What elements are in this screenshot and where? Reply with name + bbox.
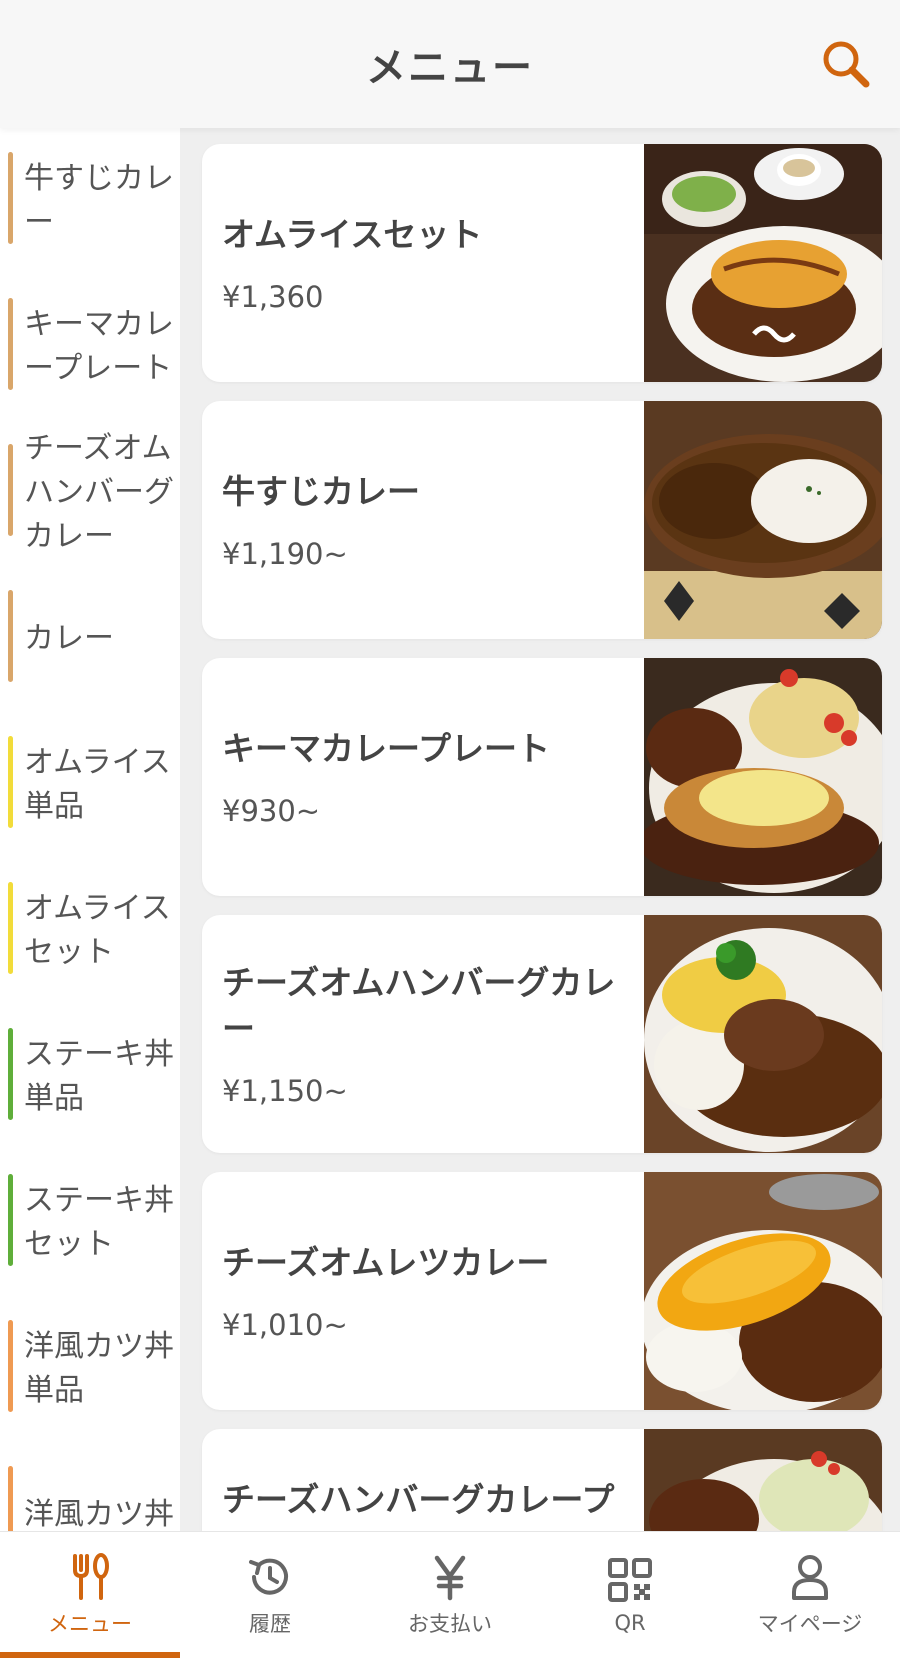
menu-card[interactable]: オムライスセット ¥1,360 (202, 144, 882, 382)
sidebar-item-steak-don-single[interactable]: ステーキ丼単品 (0, 1004, 180, 1150)
menu-item-price: ¥930~ (222, 794, 321, 828)
tab-label: お支払い (408, 1612, 492, 1636)
sidebar-item-cheese-omu-hamburg-curry[interactable]: チーズオムハンバーグカレー (0, 420, 180, 566)
sidebar-item-omurice-set[interactable]: オムライスセット (0, 858, 180, 1004)
bottom-tab-bar: メニュー 履歴 お支払い QR マイページ (0, 1531, 900, 1658)
menu-item-name: 牛すじカレー (222, 472, 420, 511)
category-color-bar (8, 1466, 13, 1531)
menu-item-price: ¥1,150~ (222, 1074, 348, 1108)
tab-label: QR (614, 1611, 646, 1635)
sidebar-item-katsu-don-single[interactable]: 洋風カツ丼単品 (0, 1296, 180, 1442)
sidebar-item-gyusuji-curry[interactable]: 牛すじカレー (0, 128, 180, 274)
qr-code-icon (608, 1558, 652, 1602)
sidebar-item-label: 牛すじカレー (24, 161, 174, 240)
search-icon[interactable] (818, 36, 874, 92)
category-color-bar (8, 444, 13, 536)
category-color-bar (8, 1174, 13, 1266)
menu-card[interactable]: 牛すじカレー ¥1,190~ (202, 401, 882, 639)
menu-card[interactable]: チーズオムハンバーグカレー ¥1,150~ (202, 915, 882, 1153)
category-color-bar (8, 590, 13, 682)
sidebar-item-label: オムライス単品 (24, 745, 171, 824)
menu-item-name: チーズオムレツカレー (222, 1243, 550, 1282)
category-color-bar (8, 736, 13, 828)
tab-mypage[interactable]: マイページ (720, 1532, 900, 1658)
menu-item-name: チーズハンバーグカレープ (222, 1480, 615, 1519)
fork-knife-icon (73, 1553, 109, 1600)
food-photo (644, 1172, 882, 1410)
tab-label: メニュー (48, 1612, 132, 1636)
menu-card-info: オムライスセット ¥1,360 (202, 144, 644, 382)
category-color-bar (8, 298, 13, 390)
category-color-bar (8, 1320, 13, 1412)
sidebar-item-label: カレー (24, 621, 114, 656)
sidebar-item-steak-don-set[interactable]: ステーキ丼セット (0, 1150, 180, 1296)
menu-item-name: チーズオムハンバーグカレー (222, 963, 616, 1048)
menu-card[interactable]: チーズオムレツカレー ¥1,010~ (202, 1172, 882, 1410)
sidebar-item-omurice-single[interactable]: オムライス単品 (0, 712, 180, 858)
menu-item-name: キーマカレープレート (222, 729, 551, 768)
category-color-bar (8, 152, 13, 244)
sidebar-item-label: 洋風カツ丼単品 (24, 1329, 174, 1408)
food-photo (644, 144, 882, 382)
tab-label: 履歴 (249, 1612, 291, 1636)
category-color-bar (8, 882, 13, 974)
sidebar-item-label: ステーキ丼単品 (24, 1037, 174, 1116)
menu-card-info: キーマカレープレート ¥930~ (202, 658, 644, 896)
sidebar-item-label: チーズオムハンバーグカレー (24, 431, 174, 554)
yen-icon (434, 1555, 466, 1601)
tab-qr[interactable]: QR (540, 1532, 720, 1658)
person-icon (792, 1555, 828, 1600)
menu-item-name: オムライスセット (222, 215, 483, 254)
sidebar-item-label: ステーキ丼セット (24, 1183, 174, 1262)
tab-menu[interactable]: メニュー (0, 1532, 180, 1658)
sidebar-item-label: 洋風カツ丼 (24, 1497, 174, 1531)
food-photo (644, 1429, 882, 1531)
app-header: メニュー (0, 0, 900, 128)
sidebar-item-katsu-don[interactable]: 洋風カツ丼 (0, 1442, 180, 1531)
menu-card-info: チーズハンバーグカレープ (202, 1429, 644, 1531)
history-icon (249, 1558, 288, 1595)
menu-item-price: ¥1,010~ (222, 1308, 348, 1342)
menu-card-info: 牛すじカレー ¥1,190~ (202, 401, 644, 639)
menu-item-price: ¥1,190~ (222, 537, 348, 571)
tab-label: マイページ (757, 1612, 863, 1636)
category-color-bar (8, 1028, 13, 1120)
tab-history[interactable]: 履歴 (180, 1532, 360, 1658)
tab-payment[interactable]: お支払い (360, 1532, 540, 1658)
menu-card[interactable]: キーマカレープレート ¥930~ (202, 658, 882, 896)
sidebar-item-keema-curry-plate[interactable]: キーマカレープレート (0, 274, 180, 420)
sidebar-item-label: キーマカレープレート (24, 307, 174, 386)
category-sidebar: 牛すじカレー キーマカレープレート チーズオムハンバーグカレー カレー オムライ… (0, 128, 180, 1531)
menu-card[interactable]: チーズハンバーグカレープ (202, 1429, 882, 1531)
page-title: メニュー (366, 45, 534, 91)
food-photo (644, 915, 882, 1153)
menu-item-price: ¥1,360 (222, 280, 324, 314)
menu-card-info: チーズオムハンバーグカレー ¥1,150~ (202, 915, 644, 1153)
menu-card-info: チーズオムレツカレー ¥1,010~ (202, 1172, 644, 1410)
sidebar-item-label: オムライスセット (24, 891, 171, 970)
menu-list: オムライスセット ¥1,360 牛すじカレー ¥1,190~ キーマカレープレー… (180, 128, 900, 1531)
food-photo (644, 401, 882, 639)
active-tab-indicator (0, 1652, 180, 1658)
food-photo (644, 658, 882, 896)
sidebar-item-curry[interactable]: カレー (0, 566, 180, 712)
